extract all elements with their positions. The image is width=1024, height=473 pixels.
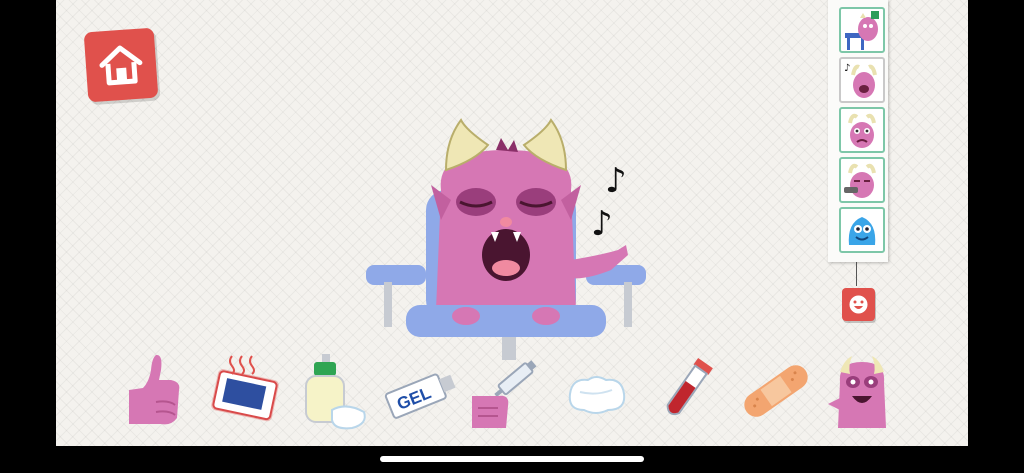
heat-pack-icon[interactable] [206, 352, 282, 428]
gel-tube-icon[interactable]: GEL [381, 355, 461, 430]
panel-hanger [856, 262, 857, 286]
blue-monster-thumbnail[interactable] [839, 207, 885, 253]
home-button[interactable] [83, 27, 159, 103]
monster-singing-thumbnail[interactable]: ♪ [839, 57, 885, 103]
cotton-icon[interactable] [566, 372, 628, 416]
scene-selector-panel: ♪ [828, 0, 888, 262]
svg-text:♪: ♪ [605, 161, 627, 201]
cream-jar-icon[interactable] [296, 350, 370, 434]
monster-chair-thumbnail[interactable] [839, 7, 885, 53]
mini-monster-icon[interactable] [826, 352, 898, 432]
monster-crying-thumbnail[interactable] [839, 107, 885, 153]
game-stage: ♪ ♪ ♪ GEL [56, 0, 968, 446]
bandage-icon[interactable] [736, 355, 816, 427]
home-icon [99, 45, 143, 86]
monster-sick-thumbnail[interactable] [839, 157, 885, 203]
smiley-face-icon [849, 295, 868, 314]
thumb-hand-icon[interactable] [121, 350, 191, 430]
face-button[interactable] [842, 288, 875, 321]
svg-text:♪: ♪ [844, 63, 850, 74]
screen-title: Monster doctor game [0, 0, 1, 1]
music-notes-icon: ♪ ♪ [591, 161, 627, 240]
home-indicator[interactable] [380, 456, 644, 462]
syringe-hand-icon[interactable] [468, 350, 544, 432]
test-tube-icon[interactable] [651, 355, 721, 427]
svg-text:♪: ♪ [591, 204, 613, 240]
